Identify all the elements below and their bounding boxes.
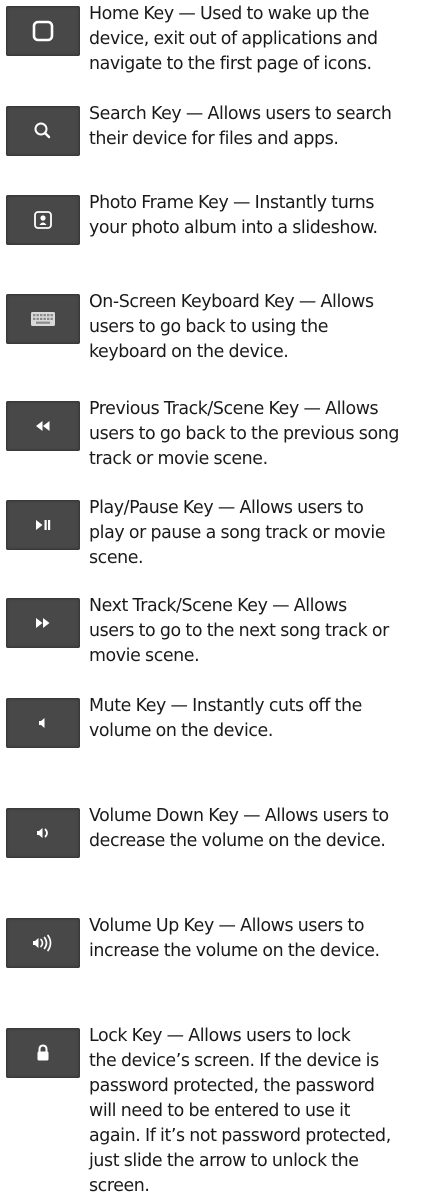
- fast-forward-icon: [36, 618, 50, 628]
- key-description: Next Track/Scene Key — Allows users to g…: [89, 596, 389, 666]
- key-description: Previous Track/Scene Key — Allows users …: [89, 399, 399, 469]
- mute-key-button: [6, 698, 80, 748]
- key-description: Volume Up Key — Allows users to increase…: [89, 916, 380, 961]
- photo-frame-key-button: [6, 195, 80, 245]
- key-description: Lock Key — Allows users to lock the devi…: [89, 1026, 391, 1196]
- volume-up-key-button: [6, 918, 80, 968]
- lock-key-button: [6, 1028, 80, 1078]
- rewind-icon: [36, 421, 50, 431]
- volume-down-icon: [37, 828, 48, 838]
- key-description: Photo Frame Key — Instantly turns your p…: [89, 193, 378, 238]
- lock-icon: [37, 1044, 49, 1061]
- mute-icon: [39, 718, 45, 728]
- home-icon: [32, 20, 54, 42]
- next-track-key-button: [6, 598, 80, 648]
- photo-frame-icon: [34, 211, 52, 229]
- key-description: Mute Key — Instantly cuts off the volume…: [89, 696, 362, 741]
- key-description: Volume Down Key — Allows users to decrea…: [89, 806, 389, 851]
- key-description: Home Key — Used to wake up the device, e…: [89, 4, 378, 74]
- keyboard-icon: [31, 312, 55, 326]
- volume-up-icon: [33, 934, 52, 952]
- volume-down-key-button: [6, 808, 80, 858]
- key-description: Search Key — Allows users to search thei…: [89, 104, 392, 149]
- key-description: Play/Pause Key — Allows users to play or…: [89, 498, 386, 568]
- keyboard-key-button: [6, 294, 80, 344]
- play-pause-icon: [36, 520, 51, 530]
- home-key-button: [6, 6, 80, 56]
- search-icon: [34, 122, 51, 139]
- previous-track-key-button: [6, 401, 80, 451]
- play-pause-key-button: [6, 500, 80, 550]
- key-description: On-Screen Keyboard Key — Allows users to…: [89, 292, 374, 362]
- search-key-button: [6, 106, 80, 156]
